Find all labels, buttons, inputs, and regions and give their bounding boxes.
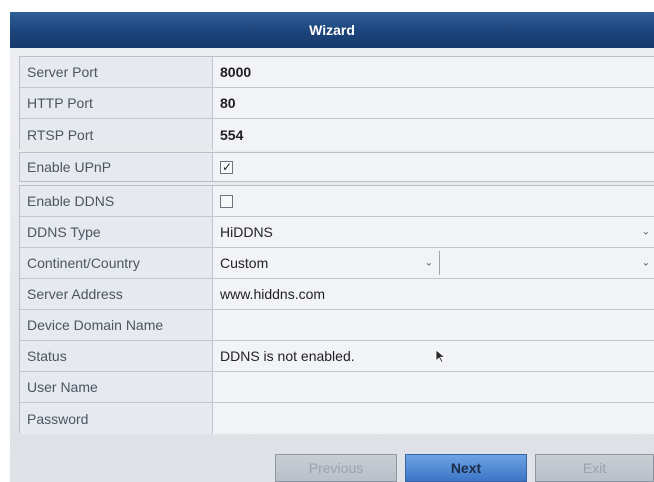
server-port-label: Server Port [20, 57, 213, 87]
device-domain-input[interactable] [213, 310, 654, 340]
device-domain-row: Device Domain Name [20, 310, 654, 341]
continent-country-label: Continent/Country [20, 248, 213, 278]
upnp-group: Enable UPnP ✓ [19, 152, 654, 182]
chevron-down-icon: ⌄ [641, 257, 650, 269]
enable-ddns-label: Enable DDNS [20, 186, 213, 216]
server-port-row: Server Port 8000 [20, 57, 654, 88]
previous-button[interactable]: Previous [275, 454, 397, 482]
user-name-input[interactable] [213, 372, 654, 402]
server-address-row: Server Address www.hiddns.com [20, 279, 654, 310]
user-name-label: User Name [20, 372, 213, 402]
rtsp-port-input[interactable]: 554 [213, 119, 654, 150]
status-value: DDNS is not enabled. [220, 348, 355, 364]
status-label: Status [20, 341, 213, 371]
enable-upnp-label: Enable UPnP [20, 153, 213, 181]
chevron-down-icon: ⌄ [424, 257, 433, 269]
ddns-type-value: HiDDNS [220, 224, 273, 240]
password-input[interactable] [213, 403, 654, 434]
continent-country-selects: Custom ⌄ ⌄ [213, 248, 654, 278]
ddns-type-label: DDNS Type [20, 217, 213, 247]
enable-upnp-checkbox[interactable]: ✓ [220, 159, 233, 174]
ddns-group: Enable DDNS DDNS Type HiDDNS ⌄ Continent… [19, 185, 654, 434]
enable-ddns-row: Enable DDNS [20, 186, 654, 217]
chevron-down-icon: ⌄ [641, 226, 650, 238]
continent-select-value: Custom [220, 255, 269, 271]
server-port-input[interactable]: 8000 [213, 57, 654, 87]
enable-ddns-checkbox[interactable] [220, 194, 233, 208]
button-bar: Previous Next Exit [10, 454, 654, 482]
ddns-type-select[interactable]: HiDDNS ⌄ [213, 217, 654, 247]
status-field: DDNS is not enabled. [213, 341, 654, 371]
next-button[interactable]: Next [405, 454, 527, 482]
http-port-input[interactable]: 80 [213, 88, 654, 118]
check-icon: ✓ [222, 159, 233, 174]
continent-country-row: Continent/Country Custom ⌄ ⌄ [20, 248, 654, 279]
continent-select[interactable]: Custom ⌄ [213, 248, 439, 278]
server-address-input[interactable]: www.hiddns.com [213, 279, 654, 309]
rtsp-port-label: RTSP Port [20, 119, 213, 150]
status-row: Status DDNS is not enabled. [20, 341, 654, 372]
password-label: Password [20, 403, 213, 434]
window-title: Wizard [10, 12, 654, 48]
enable-upnp-row: Enable UPnP ✓ [20, 153, 654, 181]
select-divider [439, 251, 440, 275]
ddns-type-row: DDNS Type HiDDNS ⌄ [20, 217, 654, 248]
user-name-row: User Name [20, 372, 654, 403]
enable-ddns-field [213, 186, 654, 216]
rtsp-port-row: RTSP Port 554 [20, 119, 654, 150]
enable-upnp-field: ✓ [213, 153, 654, 181]
mouse-pointer-icon [435, 349, 447, 363]
device-domain-label: Device Domain Name [20, 310, 213, 340]
wizard-window: Wizard Server Port 8000 HTTP Port 80 RTS… [10, 12, 654, 482]
exit-button[interactable]: Exit [535, 454, 654, 482]
http-port-label: HTTP Port [20, 88, 213, 118]
http-port-row: HTTP Port 80 [20, 88, 654, 119]
port-settings-group: Server Port 8000 HTTP Port 80 RTSP Port … [19, 56, 654, 150]
password-row: Password [20, 403, 654, 434]
country-select[interactable]: ⌄ [441, 248, 654, 278]
server-address-label: Server Address [20, 279, 213, 309]
